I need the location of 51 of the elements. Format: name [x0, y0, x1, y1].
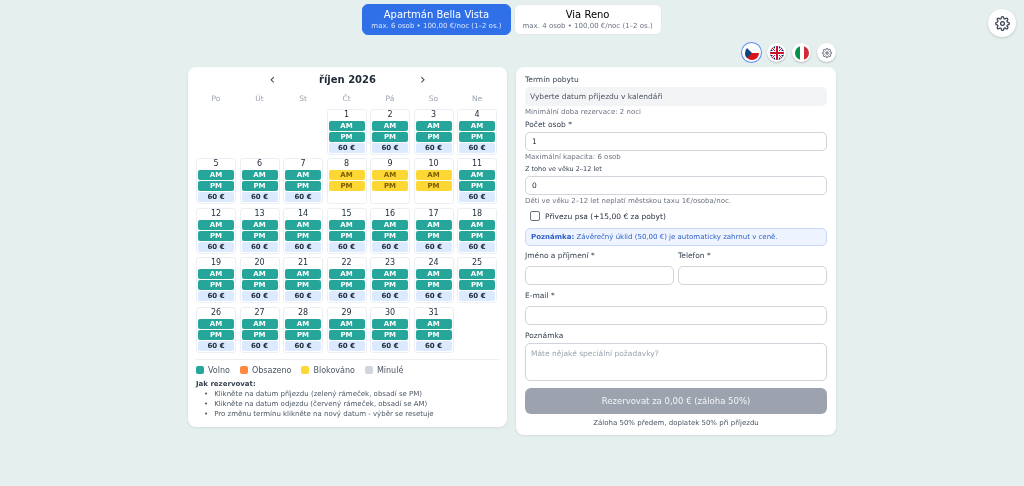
day-number: 19 — [209, 258, 223, 268]
settings-button[interactable] — [988, 9, 1016, 37]
day-number: 28 — [296, 307, 310, 318]
day-number: 8 — [342, 159, 351, 169]
legend-label: Blokováno — [313, 365, 355, 375]
email-field[interactable] — [525, 306, 827, 325]
day-number: 27 — [253, 307, 266, 318]
day-number: 23 — [383, 258, 397, 268]
day-number: 3 — [429, 109, 438, 120]
day-number: 15 — [340, 208, 353, 219]
day-number: 21 — [296, 258, 310, 268]
day-number: 30 — [383, 307, 397, 318]
day-number: 18 — [470, 208, 484, 219]
day-number: 9 — [386, 159, 394, 169]
day-number: 11 — [470, 159, 484, 169]
name-field[interactable] — [525, 266, 674, 285]
day-number: 25 — [470, 258, 484, 268]
next-month-button[interactable]: › — [416, 71, 430, 87]
language-button[interactable] — [792, 43, 811, 62]
day-number: 26 — [209, 307, 223, 318]
legend-label: Volno — [208, 365, 230, 375]
language-button[interactable] — [742, 43, 761, 62]
day-number: 29 — [340, 307, 353, 318]
day-number: 5 — [212, 159, 220, 169]
czech-flag-icon — [744, 45, 759, 60]
language-button[interactable] — [767, 43, 786, 62]
day-number: 6 — [255, 159, 264, 169]
day-number: 7 — [299, 159, 307, 169]
day-number: 22 — [340, 258, 353, 268]
legend-label: Minulé — [376, 365, 404, 375]
day-number: 4 — [473, 109, 481, 120]
day-number: 14 — [296, 208, 310, 219]
day-number: 24 — [427, 258, 440, 268]
phone-field[interactable] — [678, 266, 827, 285]
day-number: 16 — [383, 208, 397, 219]
day-number: 1 — [342, 109, 351, 120]
settings-icon — [821, 47, 832, 58]
day-number: 2 — [386, 109, 394, 120]
day-number: 31 — [427, 307, 440, 318]
day-number: 10 — [427, 159, 440, 169]
dog-checkbox[interactable] — [530, 211, 540, 221]
day-number: 13 — [253, 208, 266, 219]
day-number: 12 — [209, 208, 223, 219]
previous-month-button[interactable]: ‹ — [265, 71, 279, 87]
day-number: 17 — [427, 208, 440, 219]
day-number: 20 — [253, 258, 266, 268]
legend-label: Obsazeno — [251, 365, 292, 375]
italian-flag-icon — [794, 45, 809, 60]
british-flag-icon — [769, 45, 784, 60]
month-title: říjen 2026 — [319, 73, 376, 85]
settings-icon — [994, 15, 1010, 31]
